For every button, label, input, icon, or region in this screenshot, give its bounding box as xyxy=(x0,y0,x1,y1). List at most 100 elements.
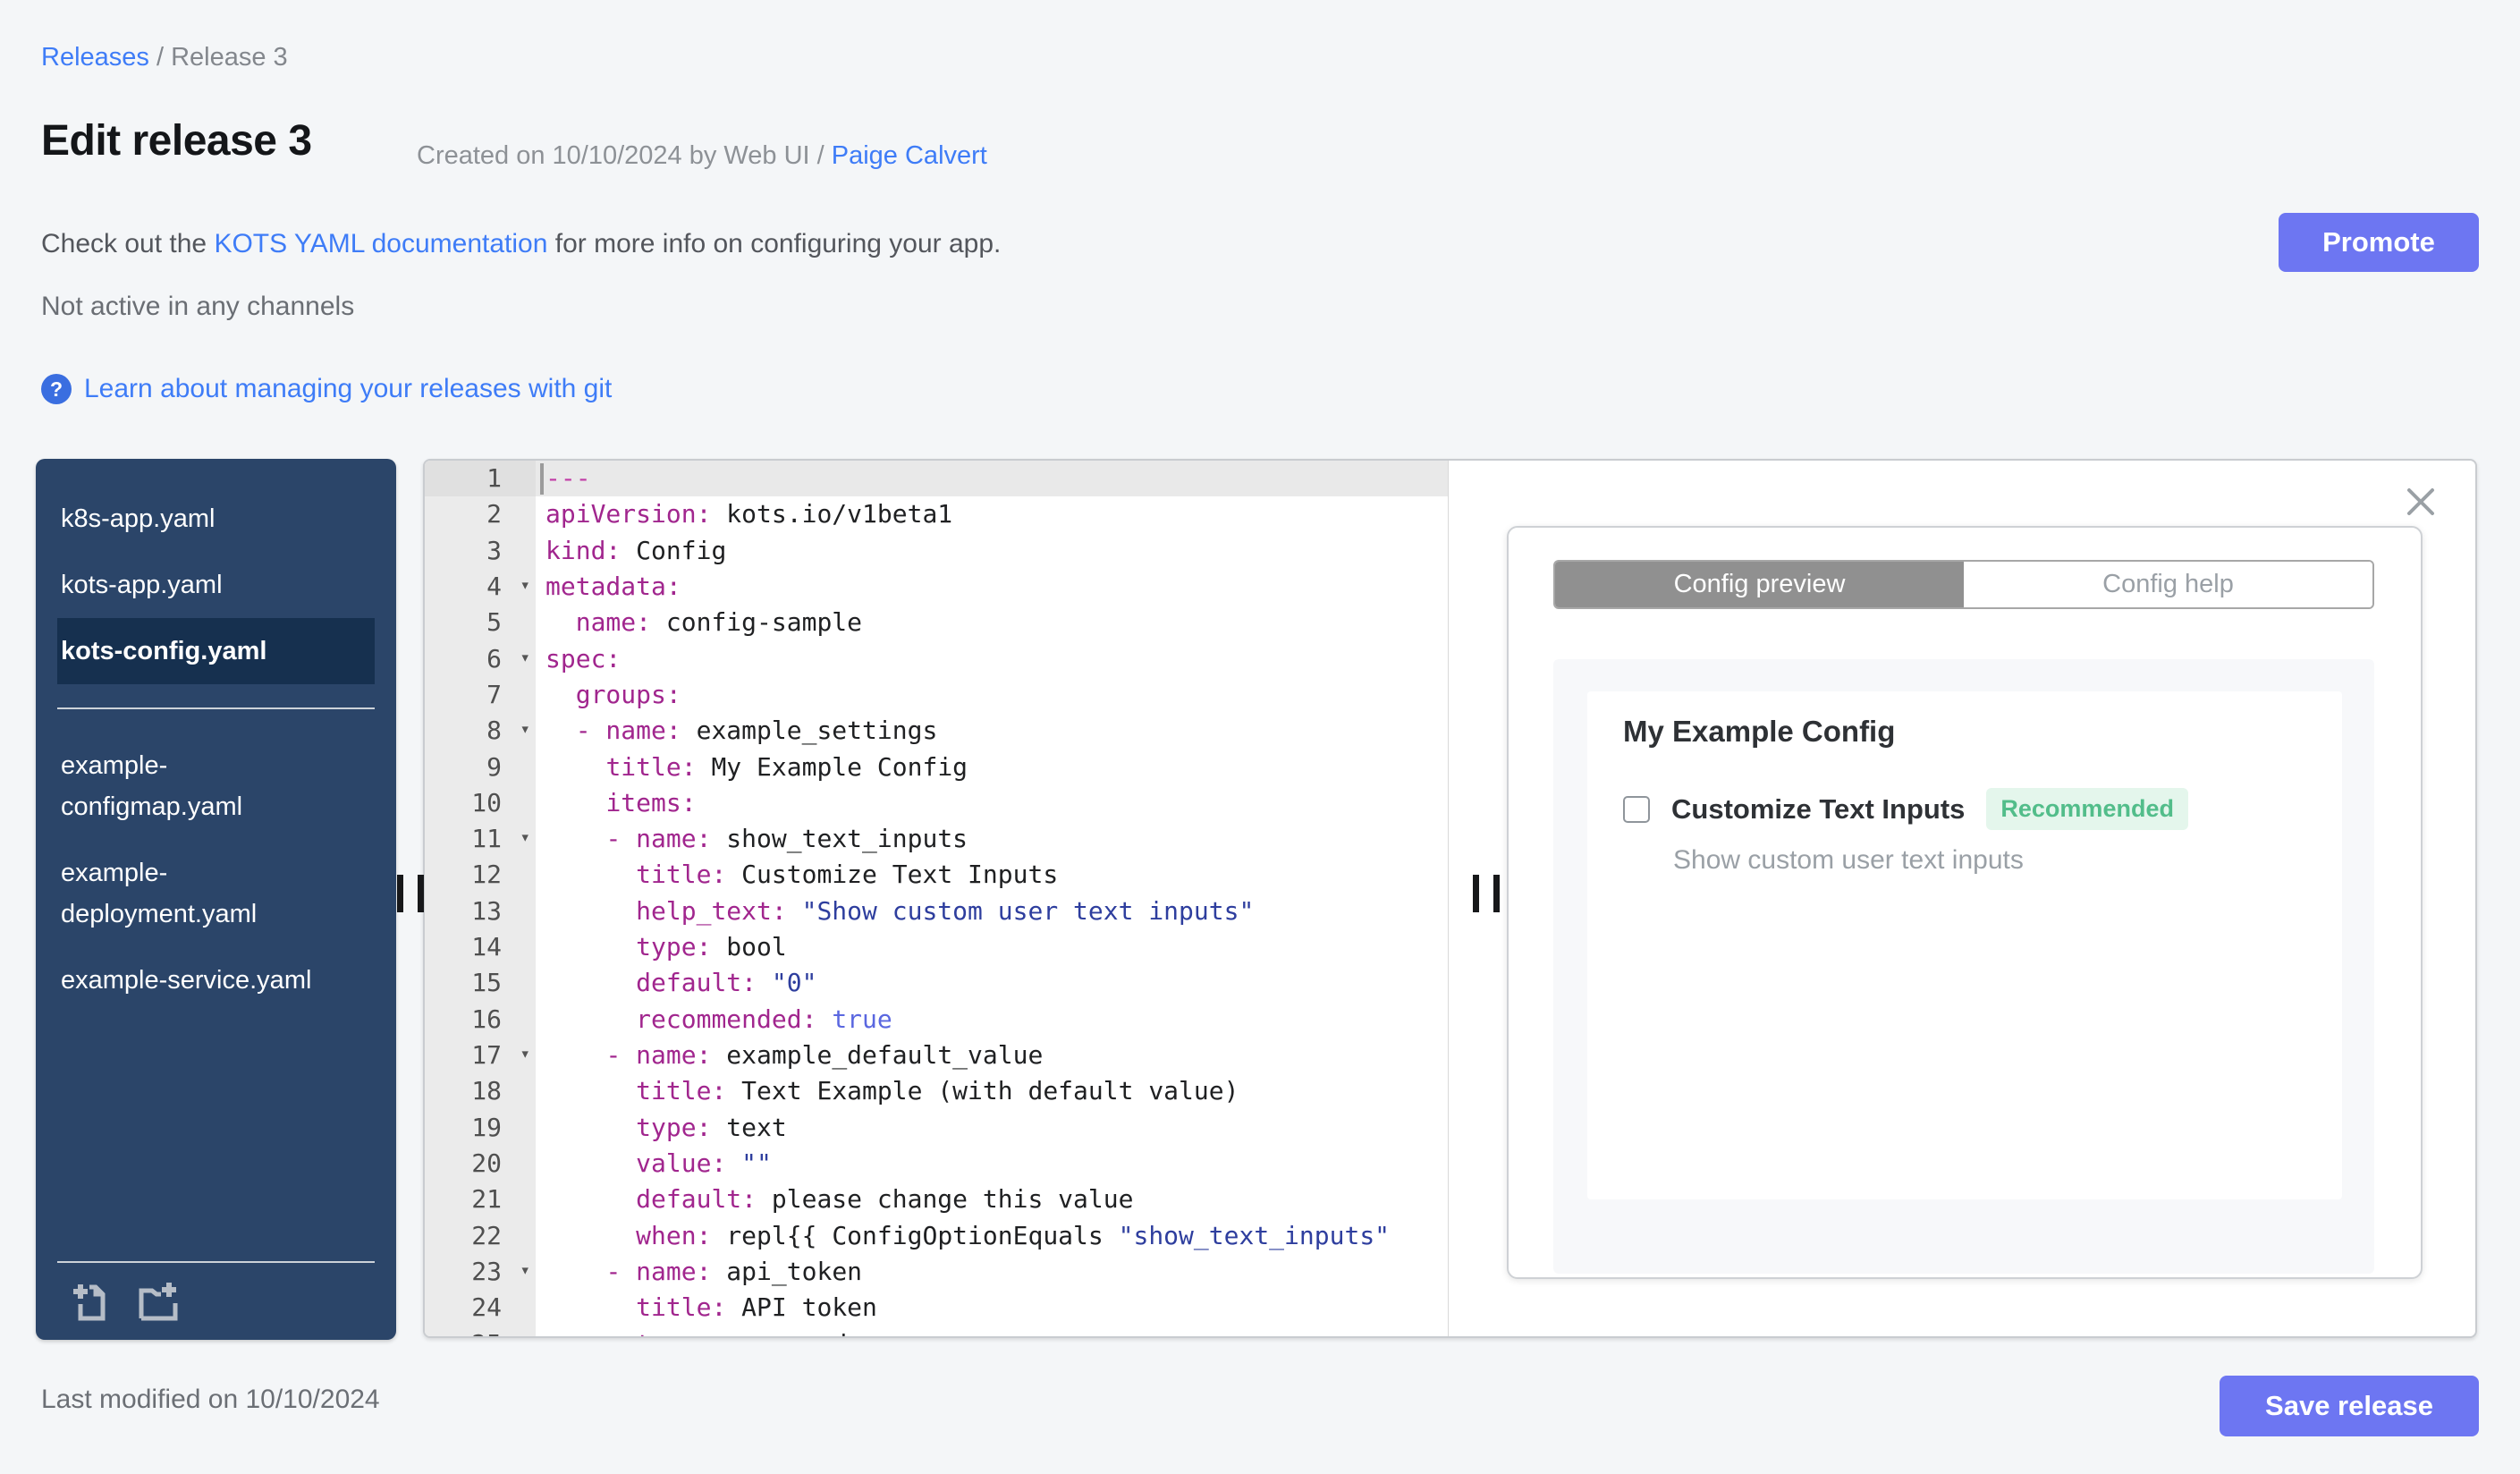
code-line-14[interactable]: 14 type: bool xyxy=(425,929,1448,965)
page-title: Edit release 3 xyxy=(41,117,312,165)
code-line-13[interactable]: 13 help_text: "Show custom user text inp… xyxy=(425,894,1448,929)
code-text[interactable]: - name: show_text_inputs xyxy=(536,821,968,857)
promote-button[interactable]: Promote xyxy=(2279,213,2479,272)
line-number: 15 xyxy=(471,968,502,998)
code-line-9[interactable]: 9 title: My Example Config xyxy=(425,750,1448,785)
line-number: 17 ▾ xyxy=(425,1038,536,1073)
fold-chevron-down-icon[interactable]: ▾ xyxy=(520,640,530,675)
git-help-row[interactable]: ? Learn about managing your releases wit… xyxy=(41,374,612,404)
code-text[interactable]: title: API token xyxy=(536,1290,877,1326)
code-text[interactable]: type: password xyxy=(536,1326,847,1337)
code-text[interactable]: title: Text Example (with default value) xyxy=(536,1073,1239,1109)
code-line-4[interactable]: 4 ▾ metadata: xyxy=(425,569,1448,605)
help-icon[interactable]: ? xyxy=(41,374,72,404)
code-text[interactable]: title: Customize Text Inputs xyxy=(536,857,1058,893)
sidebar-file-kots-config.yaml[interactable]: kots-config.yaml xyxy=(57,618,375,684)
close-icon[interactable] xyxy=(2405,486,2437,518)
token-plain: Customize Text Inputs xyxy=(726,860,1059,890)
resize-handle-right[interactable] xyxy=(1473,875,1500,912)
sidebar-file-kots-app.yaml[interactable]: kots-app.yaml xyxy=(57,552,375,618)
save-release-button[interactable]: Save release xyxy=(2220,1376,2479,1436)
code-text[interactable]: type: bool xyxy=(536,929,787,965)
code-line-7[interactable]: 7 groups: xyxy=(425,677,1448,713)
fold-chevron-down-icon[interactable]: ▾ xyxy=(520,1252,530,1288)
tab-config-help[interactable]: Config help xyxy=(1964,562,2372,607)
code-text[interactable]: help_text: "Show custom user text inputs… xyxy=(536,894,1254,929)
code-text[interactable]: groups: xyxy=(536,677,681,713)
line-number: 23 ▾ xyxy=(425,1254,536,1290)
code-line-6[interactable]: 6 ▾ spec: xyxy=(425,641,1448,677)
code-text[interactable]: - name: example_settings xyxy=(536,713,938,749)
code-line-2[interactable]: 2 apiVersion: kots.io/v1beta1 xyxy=(425,496,1448,532)
code-text[interactable]: spec: xyxy=(536,641,621,677)
sidebar-file-example-deployment.yaml[interactable]: example-deployment.yaml xyxy=(57,840,375,947)
token-plain: password xyxy=(711,1329,847,1337)
token-plain: kots.io/v1beta1 xyxy=(711,499,953,529)
fold-chevron-down-icon[interactable]: ▾ xyxy=(520,567,530,603)
code-line-23[interactable]: 23 ▾ - name: api_token xyxy=(425,1254,1448,1290)
code-text[interactable]: default: please change this value xyxy=(536,1182,1133,1217)
token-key: name: xyxy=(575,607,652,638)
tab-config-preview[interactable]: Config preview xyxy=(1555,562,1964,607)
customize-text-inputs-checkbox[interactable] xyxy=(1623,795,1650,823)
code-line-21[interactable]: 21 default: please change this value xyxy=(425,1182,1448,1217)
code-line-10[interactable]: 10 items: xyxy=(425,785,1448,821)
code-line-22[interactable]: 22 when: repl{{ ConfigOptionEquals "show… xyxy=(425,1218,1448,1254)
code-text[interactable]: metadata: xyxy=(536,569,681,605)
code-text[interactable]: items: xyxy=(536,785,696,821)
code-text[interactable]: type: text xyxy=(536,1110,787,1146)
author-link[interactable]: Paige Calvert xyxy=(832,141,987,170)
code-line-20[interactable]: 20 value: "" xyxy=(425,1146,1448,1182)
resize-handle-left[interactable] xyxy=(397,875,424,912)
fold-chevron-down-icon[interactable]: ▾ xyxy=(520,711,530,747)
code-line-12[interactable]: 12 title: Customize Text Inputs xyxy=(425,857,1448,893)
line-number: 24 xyxy=(471,1292,502,1323)
code-line-16[interactable]: 16 recommended: true xyxy=(425,1002,1448,1038)
code-text[interactable]: name: config-sample xyxy=(536,605,862,640)
code-line-5[interactable]: 5 name: config-sample xyxy=(425,605,1448,640)
new-folder-icon[interactable] xyxy=(136,1279,179,1322)
code-text[interactable]: - name: example_default_value xyxy=(536,1038,1043,1073)
code-text[interactable]: - name: api_token xyxy=(536,1254,862,1290)
breadcrumb-releases-link[interactable]: Releases xyxy=(41,43,149,72)
code-text[interactable]: title: My Example Config xyxy=(536,750,968,785)
token-plain: example_default_value xyxy=(711,1040,1044,1070)
line-number: 4 ▾ xyxy=(425,569,536,605)
code-line-15[interactable]: 15 default: "0" xyxy=(425,965,1448,1001)
code-text[interactable]: default: "0" xyxy=(536,965,816,1001)
line-number: 5 xyxy=(486,607,502,638)
code-line-18[interactable]: 18 title: Text Example (with default val… xyxy=(425,1073,1448,1109)
sidebar-file-example-configmap.yaml[interactable]: example-configmap.yaml xyxy=(57,733,375,840)
code-line-11[interactable]: 11 ▾ - name: show_text_inputs xyxy=(425,821,1448,857)
kots-yaml-doc-link[interactable]: KOTS YAML documentation xyxy=(214,229,547,258)
code-text[interactable]: --- xyxy=(536,461,591,496)
code-text[interactable]: kind: Config xyxy=(536,533,726,569)
code-text[interactable]: apiVersion: kots.io/v1beta1 xyxy=(536,496,952,532)
token-key: groups: xyxy=(575,679,681,709)
code-line-19[interactable]: 19 type: text xyxy=(425,1110,1448,1146)
code-line-8[interactable]: 8 ▾ - name: example_settings xyxy=(425,713,1448,749)
git-releases-link[interactable]: Learn about managing your releases with … xyxy=(84,374,612,404)
new-file-icon[interactable] xyxy=(70,1279,113,1322)
token-key: - name: xyxy=(605,824,712,854)
sidebar-file-example-service.yaml[interactable]: example-service.yaml xyxy=(57,947,375,1013)
sidebar-file-k8s-app.yaml[interactable]: k8s-app.yaml xyxy=(57,486,375,552)
fold-chevron-down-icon[interactable]: ▾ xyxy=(520,1036,530,1072)
code-text[interactable]: when: repl{{ ConfigOptionEquals "show_te… xyxy=(536,1218,1390,1254)
code-line-1[interactable]: 1 --- xyxy=(425,461,1448,497)
fold-chevron-down-icon[interactable]: ▾ xyxy=(520,819,530,855)
code-text[interactable]: value: "" xyxy=(536,1146,772,1182)
token-str: "0" xyxy=(771,968,817,998)
token-str: "Show custom user text inputs" xyxy=(801,895,1255,926)
code-line-25[interactable]: 25 type: password xyxy=(425,1326,1448,1337)
code-line-17[interactable]: 17 ▾ - name: example_default_value xyxy=(425,1038,1448,1073)
code-text[interactable]: recommended: true xyxy=(536,1002,892,1038)
code-line-3[interactable]: 3 kind: Config xyxy=(425,533,1448,569)
code-line-24[interactable]: 24 title: API token xyxy=(425,1290,1448,1326)
yaml-code-editor[interactable]: 1 --- 2 apiVersion: kots.io/v1beta1 3 kind: C… xyxy=(425,461,1449,1336)
config-preview-panel: Config preview Config help My Example Co… xyxy=(1507,526,2423,1279)
token-plain: api_token xyxy=(711,1256,863,1286)
breadcrumb: Releases / Release 3 xyxy=(41,43,288,72)
